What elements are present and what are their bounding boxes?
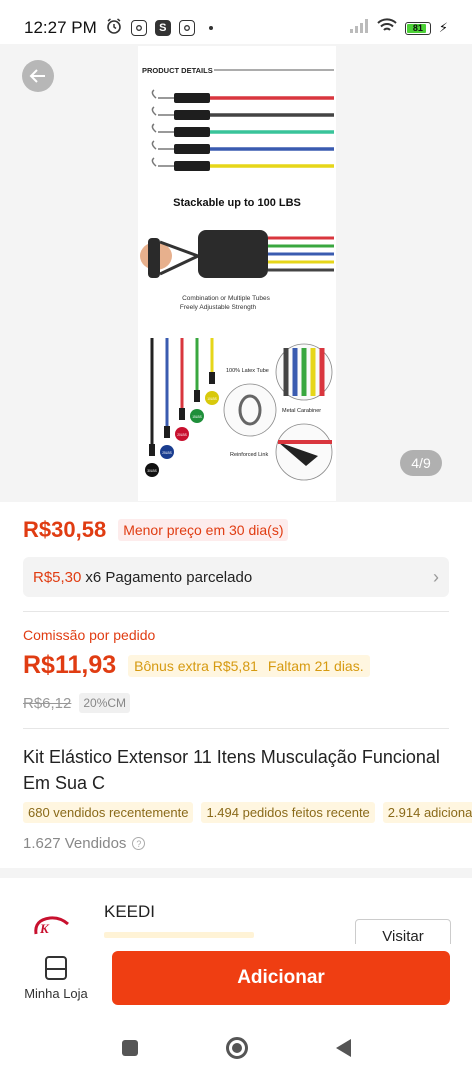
tube-sleeve	[174, 144, 210, 154]
shop-logo: K	[30, 914, 74, 938]
system-nav-bar	[0, 1020, 472, 1076]
img-callout-link: Reinforced Link	[230, 452, 268, 458]
image-counter: 4/9	[400, 450, 442, 476]
tube-hook	[151, 106, 157, 116]
status-system-icons: 81 ⚡	[349, 17, 448, 39]
weight-tag-label: 20LBS	[177, 433, 187, 437]
home-icon[interactable]	[225, 1037, 248, 1059]
product-image: PRODUCT DETAILS Stackable up to 100 LBS	[138, 46, 336, 501]
my-store-label: Minha Loja	[24, 985, 88, 1001]
remaining-days-text: Faltam 21 dias.	[267, 657, 364, 674]
tube-hook	[151, 89, 157, 99]
tube-sleeve	[174, 161, 210, 171]
add-button[interactable]: Adicionar	[112, 951, 450, 1005]
arrow-left-icon	[29, 69, 45, 83]
sales-chip: 680 vendidos recentemente	[23, 802, 194, 823]
signal-icon	[349, 18, 369, 39]
shop-name: KEEDI	[104, 902, 156, 921]
weight-tag-label: 30LBS	[147, 469, 157, 473]
img-combo-line1: Combination or Multiple Tubes	[182, 295, 271, 302]
installment-text: x6 Pagamento parcelado	[85, 568, 253, 586]
instagram-icon	[178, 20, 195, 36]
section-separator	[0, 868, 472, 878]
wifi-icon	[377, 17, 397, 39]
shopee-icon: S	[154, 20, 171, 36]
commission-label: Comissão por pedido	[23, 627, 156, 643]
img-combo-line2: Freely Adjustable Strength	[180, 304, 257, 311]
alarm-icon	[105, 17, 123, 40]
lowest-price-badge: Menor preço em 30 dia(s)	[118, 519, 289, 541]
battery-icon: 81	[404, 21, 431, 35]
svg-text:K: K	[39, 921, 50, 936]
vertical-sleeve	[179, 408, 185, 420]
my-store-button[interactable]: Minha Loja	[0, 944, 112, 1012]
tube-sleeve	[174, 127, 210, 137]
product-gallery[interactable]: PRODUCT DETAILS Stackable up to 100 LBS	[0, 44, 472, 502]
current-price: R$30,58	[23, 517, 107, 542]
old-commission-value: R$6,12	[23, 694, 72, 712]
bonus-text: Bônus extra R$5,81	[134, 657, 258, 674]
tube-sleeve	[174, 110, 210, 120]
hand-grip-illustration	[140, 230, 334, 278]
help-icon[interactable]: ?	[132, 837, 146, 850]
commission-row: R$11,93 Bônus extra R$5,81 Faltam 21 dia…	[23, 651, 370, 680]
img-callout-latex: 100% Latex Tube	[226, 368, 269, 374]
product-title: Kit Elástico Extensor 11 Itens Musculaçã…	[23, 747, 440, 793]
chevron-right-icon: ›	[433, 566, 439, 587]
shop-rating-bar	[104, 932, 254, 938]
vertical-sleeve	[164, 426, 170, 438]
installments-row[interactable]: R$5,30 x6 Pagamento parcelado ›	[23, 557, 449, 597]
divider	[23, 728, 449, 729]
more-notifications-dot-icon	[208, 26, 213, 30]
img-callout-carabiner: Metal Carabiner	[282, 408, 321, 414]
tube-hook	[151, 157, 157, 167]
vertical-sleeve	[194, 390, 200, 402]
weight-tag-label: 10LBS	[207, 397, 217, 401]
img-heading: PRODUCT DETAILS	[142, 66, 213, 75]
app-screen: 12:27 PM S 81 ⚡ PRODUCT DETAILS Stackabl…	[0, 0, 472, 1076]
divider	[23, 611, 449, 612]
vertical-sleeve	[149, 444, 155, 456]
back-button[interactable]	[22, 60, 54, 92]
tube-sleeve	[174, 93, 210, 103]
bonus-badge: Bônus extra R$5,81 Faltam 21 dias.	[128, 654, 370, 677]
store-icon	[45, 955, 67, 980]
sales-chip: 2.914 adiciona	[382, 802, 472, 823]
status-notification-icons: S	[105, 17, 213, 40]
bottom-action-bar: Minha Loja Adicionar	[0, 944, 472, 1012]
status-time: 12:27 PM	[24, 18, 97, 37]
commission-value: R$11,93	[23, 651, 117, 679]
vertical-sleeve	[209, 372, 215, 384]
commission-percent-badge: 20%CM	[79, 693, 131, 713]
sales-chip: 1.494 pedidos feitos recente	[201, 802, 375, 823]
instagram-icon	[130, 20, 147, 36]
installment-amount: R$5,30	[33, 568, 82, 586]
sales-chips: 680 vendidos recentemente 1.494 pedidos …	[23, 802, 472, 823]
sold-count-row: 1.627 Vendidos ?	[23, 835, 146, 852]
recent-apps-icon[interactable]	[121, 1040, 138, 1056]
tube-hook	[151, 123, 157, 133]
sold-count: 1.627 Vendidos	[23, 835, 127, 852]
price-row: R$30,58 Menor preço em 30 dia(s)	[23, 517, 289, 543]
weight-tag-label: 15LBS	[192, 415, 202, 419]
battery-level: 81	[412, 23, 423, 33]
charging-icon: ⚡	[438, 20, 448, 35]
weight-tag-label: 25LBS	[162, 451, 172, 455]
tube-hook	[151, 140, 157, 150]
img-stackable: Stackable up to 100 LBS	[173, 197, 301, 209]
old-commission-row: R$6,12 20%CM	[23, 693, 131, 713]
back-triangle-icon[interactable]	[335, 1039, 351, 1057]
